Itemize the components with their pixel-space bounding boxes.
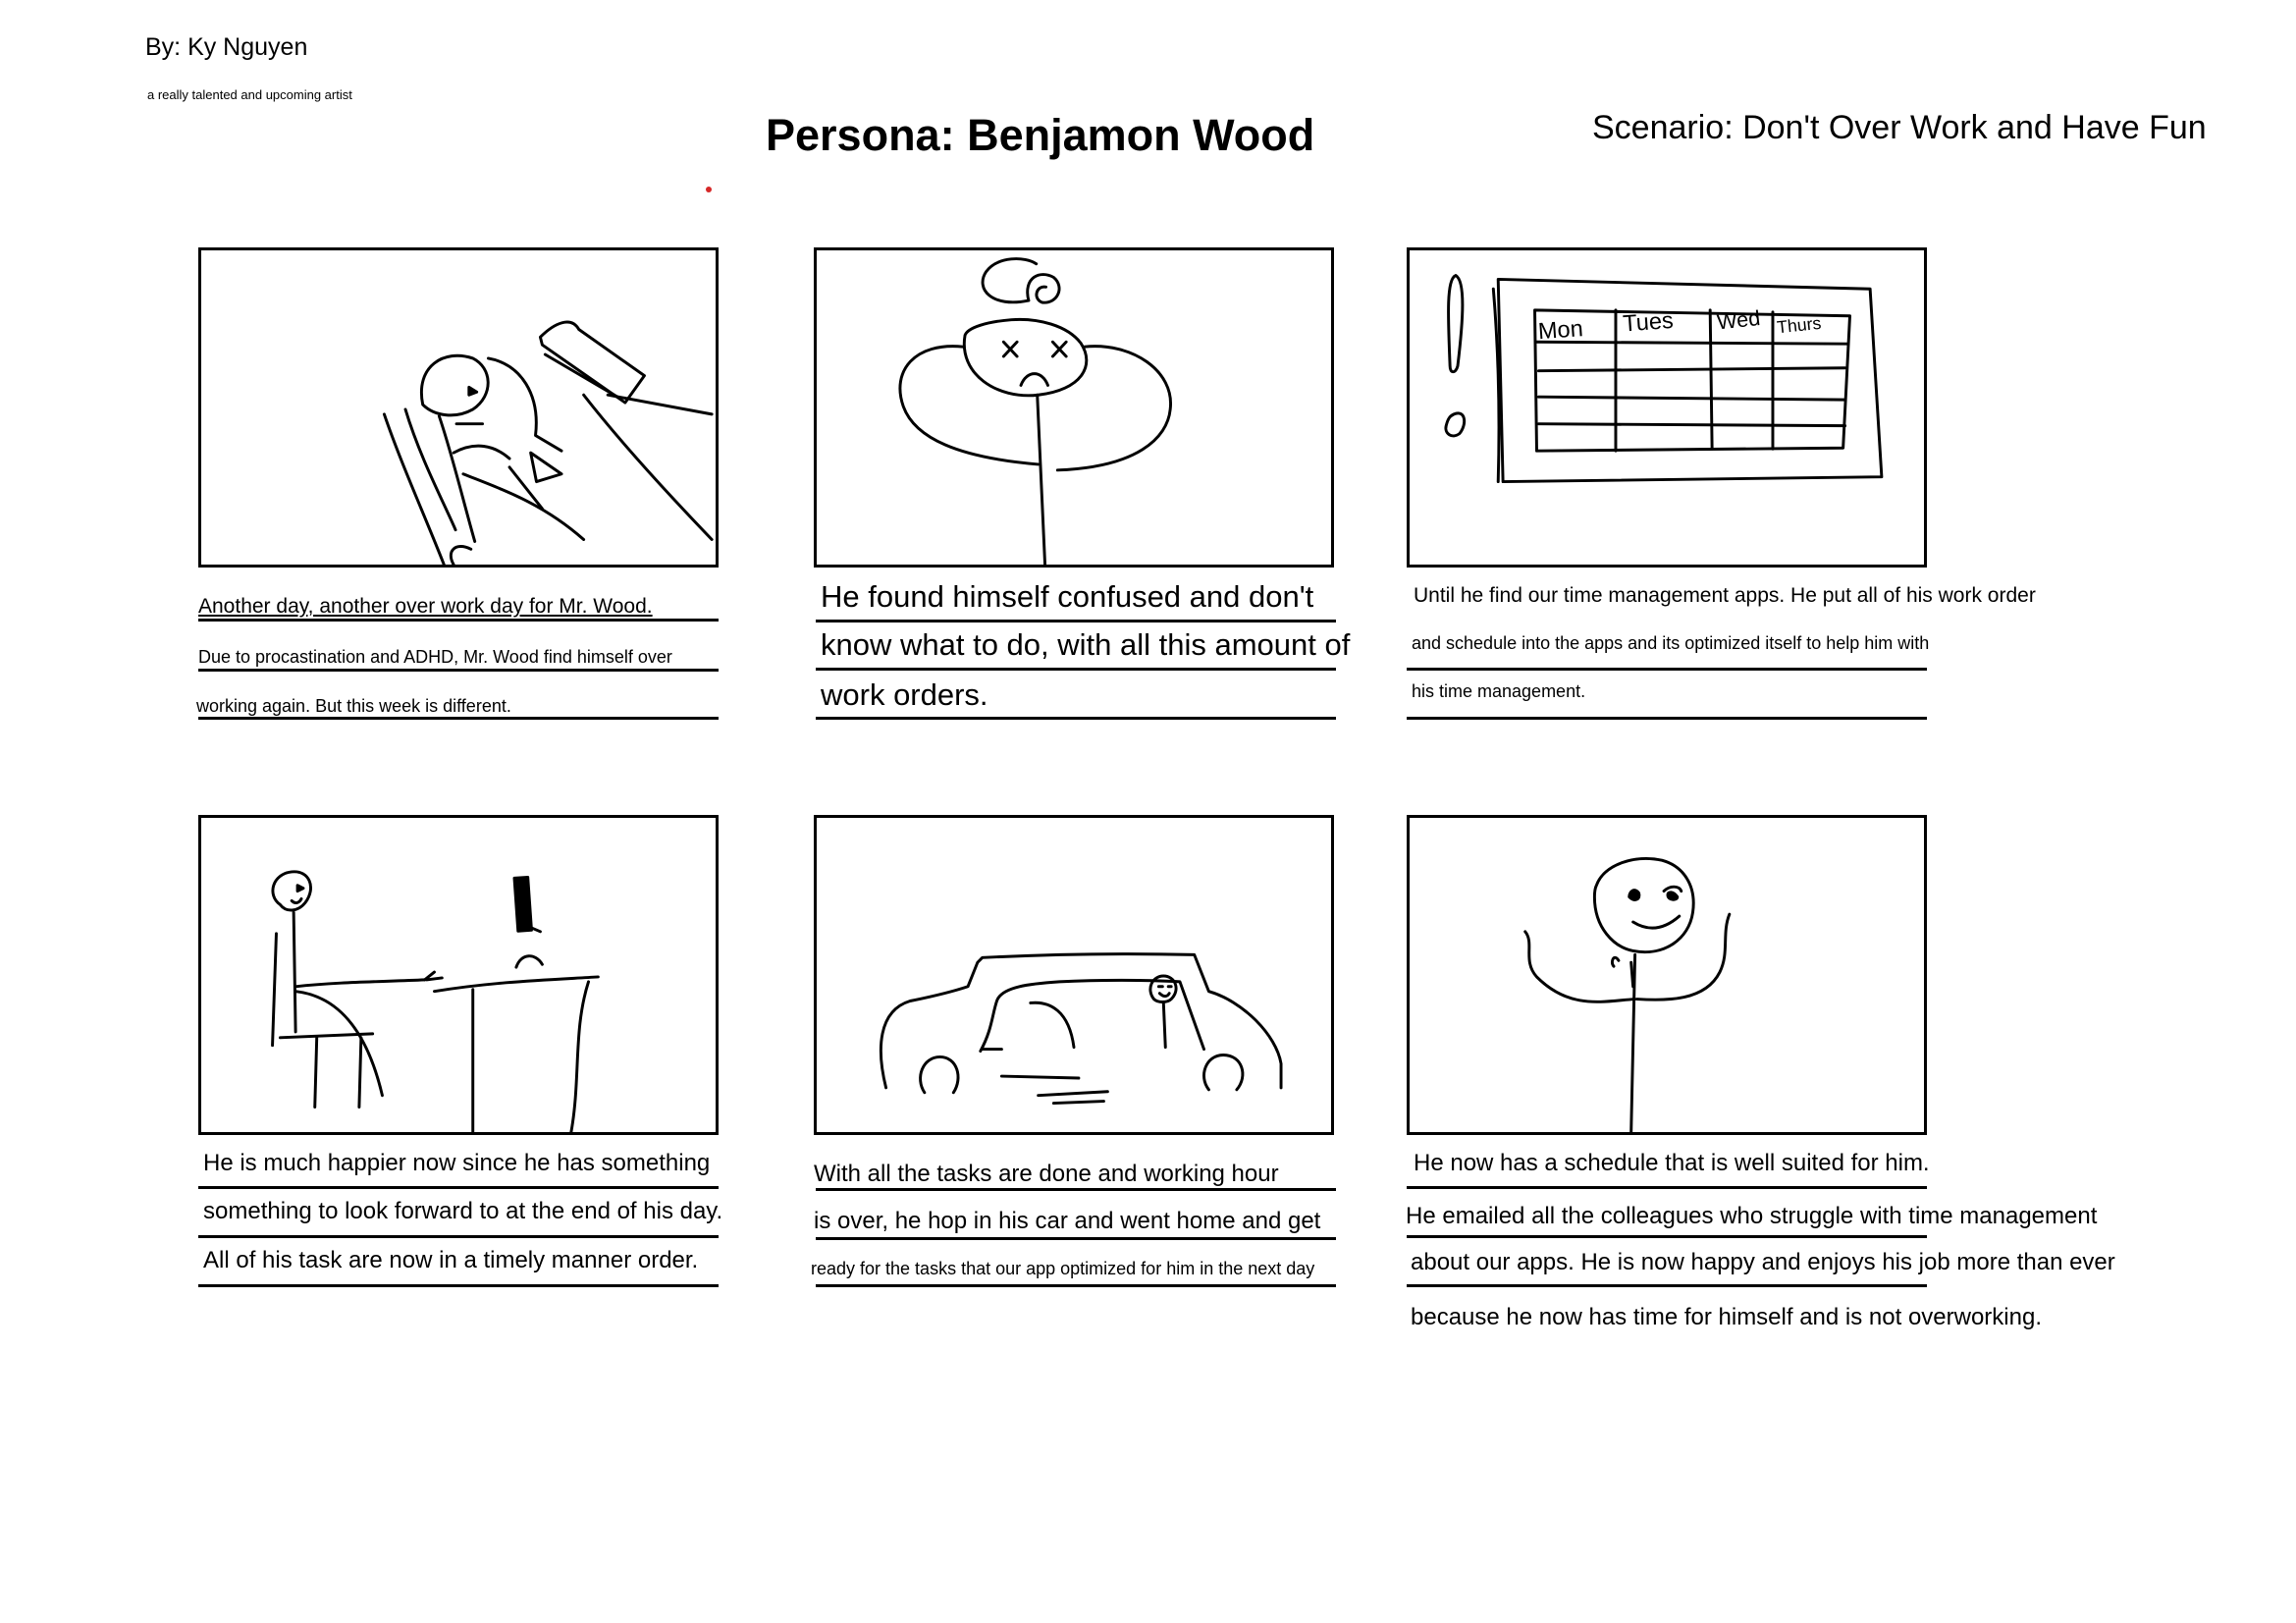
panel-4-caption-line-2: something to look forward to at the end …	[203, 1198, 723, 1224]
caption-rule	[198, 619, 719, 622]
panel-5-caption-line-2: is over, he hop in his car and went home…	[814, 1208, 1321, 1234]
panel-2-caption-line-1: He found himself confused and don't	[821, 579, 1314, 614]
calendar-day-label: Thurs	[1776, 313, 1822, 338]
caption-rule	[816, 1284, 1336, 1287]
panel-6-caption-line-1: He now has a schedule that is well suite…	[1414, 1150, 1930, 1176]
storyboard-panel-3: Mon Tues Wed Thurs	[1407, 247, 1927, 568]
panel-1-caption-line-3: working again. But this week is differen…	[196, 696, 511, 716]
storyboard-panel-5	[814, 815, 1334, 1135]
exclamation-icon	[1447, 274, 1465, 374]
panel-3-caption-line-2: and schedule into the apps and its optim…	[1412, 633, 1930, 653]
caption-rule	[1407, 1186, 1927, 1189]
caption-rule	[198, 1284, 719, 1287]
panel-1-caption-line-2: Due to procastination and ADHD, Mr. Wood…	[198, 647, 672, 667]
caption-rule	[816, 717, 1336, 720]
person-in-bed-illustration	[382, 320, 714, 565]
caption-rule	[816, 1188, 1336, 1191]
panel-1-caption-line-1: Another day, another over work day for M…	[198, 595, 653, 618]
panel-2-caption-line-2: know what to do, with all this amount of	[821, 627, 1351, 662]
phone-icon	[512, 875, 533, 933]
calendar-day-label: Mon	[1537, 315, 1584, 344]
panel-6-caption-line-2: He emailed all the colleagues who strugg…	[1406, 1203, 2098, 1229]
author-tagline: a really talented and upcoming artist	[147, 87, 352, 102]
red-dot-mark	[706, 187, 712, 192]
caption-rule	[1407, 1235, 1927, 1238]
panel-6-caption-line-3: about our apps. He is now happy and enjo…	[1411, 1249, 2115, 1275]
storyboard-panel-2	[814, 247, 1334, 568]
persona-title: Persona: Benjamon Wood	[766, 110, 1315, 160]
scenario-title: Scenario: Don't Over Work and Have Fun	[1592, 109, 2207, 146]
panel-3-caption-line-1: Until he find our time management apps. …	[1414, 584, 2036, 607]
weekly-calendar-illustration: Mon Tues Wed Thurs	[1444, 274, 1884, 484]
storyboard-panel-1	[198, 247, 719, 568]
happy-person-illustration	[1523, 857, 1732, 1132]
panel-2-caption-line-3: work orders.	[821, 677, 988, 712]
caption-rule	[816, 620, 1336, 622]
confused-face-illustration	[898, 257, 1172, 565]
panel-4-caption-line-3: All of his task are now in a timely mann…	[203, 1247, 699, 1273]
panel-5-caption-line-1: With all the tasks are done and working …	[814, 1161, 1279, 1187]
caption-rule	[1407, 1284, 1927, 1287]
storyboard-panel-4	[198, 815, 719, 1135]
panel-4-caption-line-1: He is much happier now since he has some…	[203, 1150, 711, 1176]
person-at-desk-illustration	[271, 870, 600, 1132]
caption-rule	[198, 1186, 719, 1189]
calendar-day-label: Wed	[1716, 305, 1761, 334]
caption-rule	[816, 668, 1336, 671]
author-credit: By: Ky Nguyen	[145, 33, 308, 61]
panel-3-caption-line-3: his time management.	[1412, 681, 1586, 701]
caption-rule	[198, 669, 719, 672]
caption-rule	[198, 1235, 719, 1238]
panel-5-caption-line-3: ready for the tasks that our app optimiz…	[811, 1259, 1315, 1278]
caption-rule	[198, 717, 719, 720]
car-driving-home-illustration	[879, 952, 1283, 1106]
panel-6-caption-line-4: because he now has time for himself and …	[1411, 1304, 2042, 1330]
caption-rule	[1407, 668, 1927, 671]
storyboard-panel-6	[1407, 815, 1927, 1135]
calendar-day-label: Tues	[1622, 307, 1674, 337]
caption-rule	[816, 1237, 1336, 1240]
caption-rule	[1407, 717, 1927, 720]
